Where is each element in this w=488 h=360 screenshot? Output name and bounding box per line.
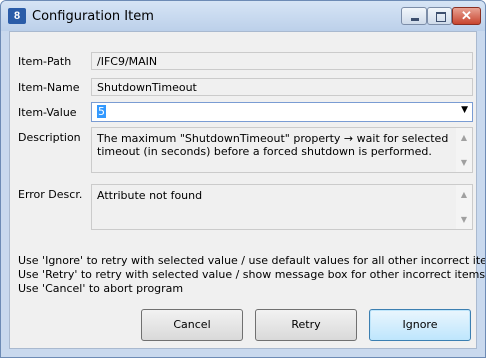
description-scrollbar[interactable]: ▲ ▼ — [456, 128, 472, 172]
item-value-text[interactable]: 5 — [97, 105, 106, 118]
item-value-label: Item-Value — [18, 106, 77, 119]
maximize-icon — [436, 12, 446, 22]
description-text: The maximum "ShutdownTimeout" property →… — [97, 132, 449, 158]
scroll-down-icon[interactable]: ▼ — [456, 213, 472, 226]
ignore-button[interactable]: Ignore — [369, 309, 471, 341]
error-description-label: Error Descr. — [18, 188, 83, 201]
scroll-up-icon[interactable]: ▲ — [456, 188, 472, 201]
description-label: Description — [18, 131, 81, 144]
item-name-field: ShutdownTimeout — [91, 78, 473, 96]
minimize-button[interactable] — [401, 7, 427, 25]
title-bar[interactable]: 8 Configuration Item ✕ — [1, 1, 485, 31]
help-line-retry: Use 'Retry' to retry with selected value… — [18, 268, 486, 281]
help-line-cancel: Use 'Cancel' to abort program — [18, 282, 184, 295]
error-scrollbar[interactable]: ▲ ▼ — [456, 185, 472, 229]
scroll-down-icon[interactable]: ▼ — [456, 156, 472, 169]
app-icon: 8 — [8, 8, 26, 24]
maximize-button[interactable] — [427, 7, 452, 25]
cancel-button[interactable]: Cancel — [141, 309, 243, 341]
error-description-textarea[interactable]: Attribute not found ▲ ▼ — [91, 184, 473, 230]
close-button[interactable]: ✕ — [452, 7, 481, 25]
error-description-text: Attribute not found — [97, 189, 203, 202]
dialog-body: Item-Path /IFC9/MAIN Item-Name ShutdownT… — [9, 31, 485, 349]
minimize-icon — [411, 18, 419, 21]
scroll-up-icon[interactable]: ▲ — [456, 131, 472, 144]
close-icon: ✕ — [461, 8, 472, 23]
help-text: Use 'Ignore' to retry with selected valu… — [18, 254, 486, 296]
help-line-ignore: Use 'Ignore' to retry with selected valu… — [18, 254, 486, 267]
item-name-label: Item-Name — [18, 81, 80, 94]
item-path-label: Item-Path — [18, 55, 72, 68]
window-title: Configuration Item — [32, 9, 154, 24]
configuration-dialog: 8 Configuration Item ✕ Item-Path /IFC9/M… — [0, 0, 486, 358]
description-textarea[interactable]: The maximum "ShutdownTimeout" property →… — [91, 127, 473, 173]
item-value-combobox[interactable]: 5 ▼ — [91, 102, 473, 122]
chevron-down-icon[interactable]: ▼ — [461, 105, 468, 115]
item-path-field: /IFC9/MAIN — [91, 52, 473, 70]
retry-button[interactable]: Retry — [255, 309, 357, 341]
